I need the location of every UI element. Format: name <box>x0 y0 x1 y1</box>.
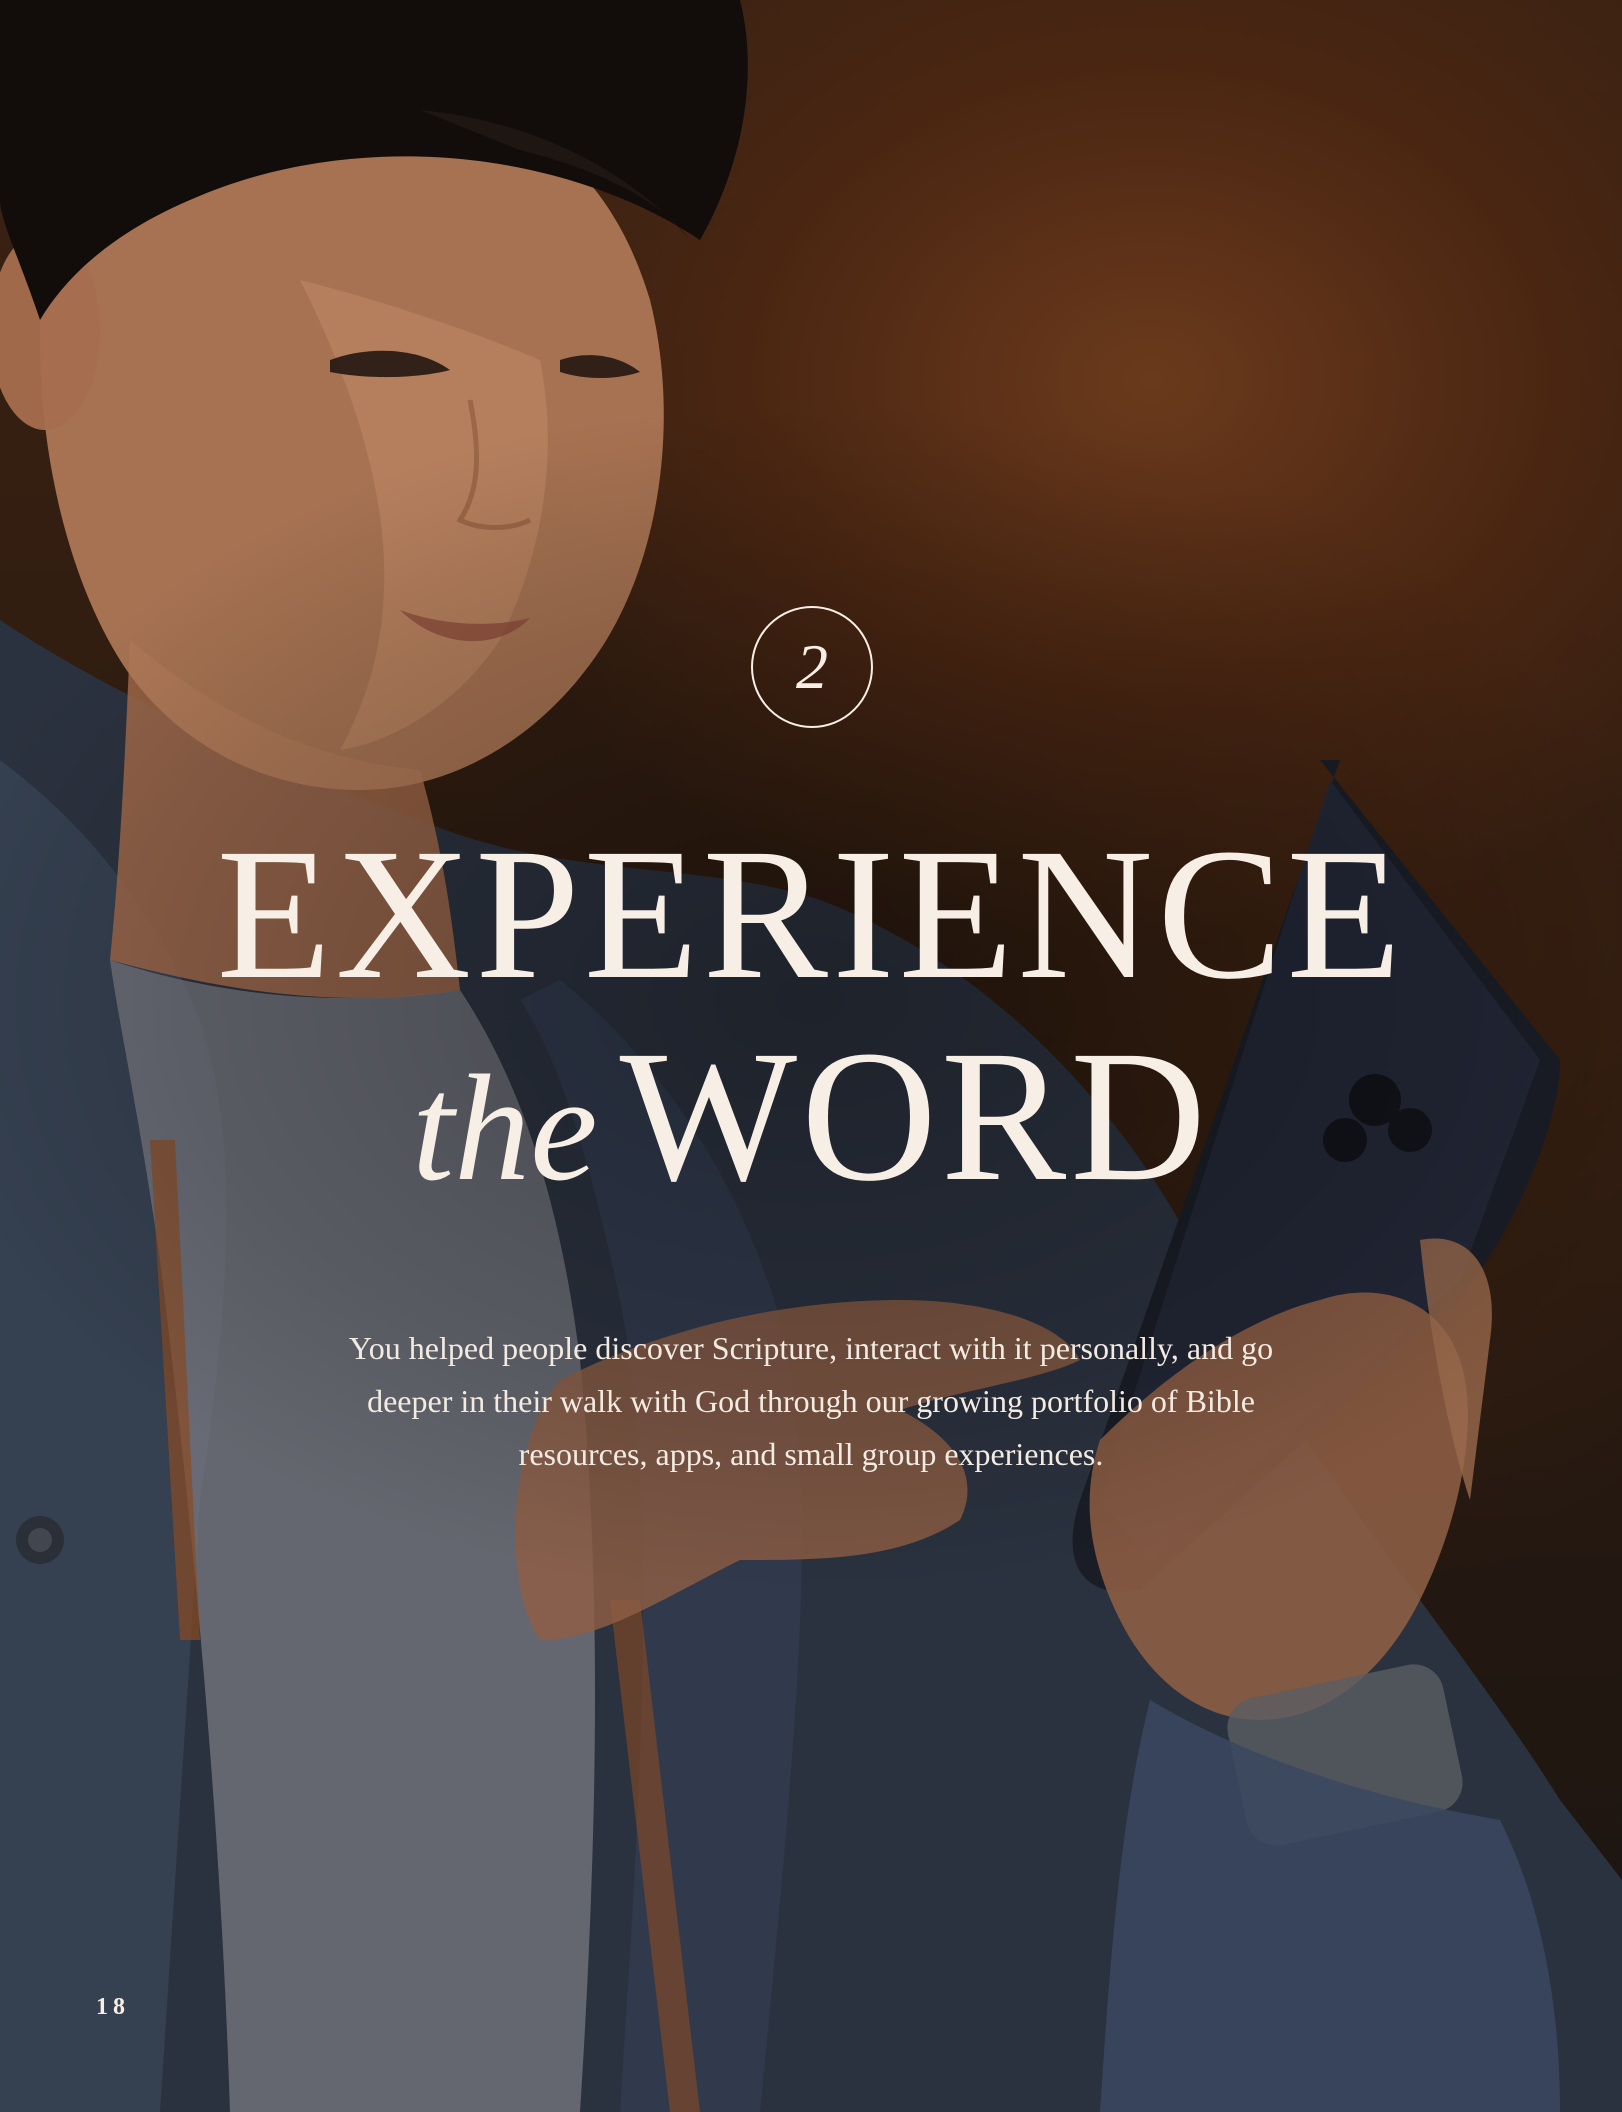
section-title-italic-word: the <box>411 1044 598 1212</box>
page-number: 18 <box>96 1994 130 2020</box>
intro-paragraph: You helped people discover Scripture, in… <box>348 1330 1274 1472</box>
page: 2 EXPERIENCE the WORD You helped people d… <box>0 0 1622 2112</box>
section-title-line-2: the WORD <box>0 1022 1622 1210</box>
section-title-line-1: EXPERIENCE <box>216 809 1406 1018</box>
section-title-main-word: WORD <box>619 1011 1211 1220</box>
chapter-number: 2 <box>796 631 828 702</box>
chapter-number-badge: 2 <box>751 606 873 728</box>
